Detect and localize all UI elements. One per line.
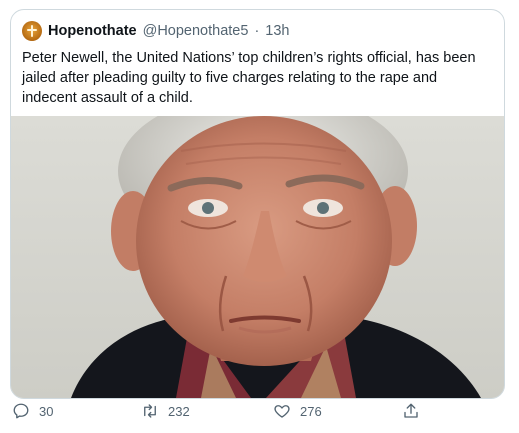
like-count: 276	[300, 403, 322, 419]
like-button[interactable]: 276	[273, 402, 322, 420]
tweet-header: Hopenothate @Hopenothate5 · 13h	[22, 21, 289, 41]
tweet-photo[interactable]	[11, 116, 504, 398]
reply-count: 30	[39, 403, 54, 419]
tweet-text: Peter Newell, the United Nations’ top ch…	[22, 50, 476, 106]
tweet-card[interactable]: Hopenothate @Hopenothate5 · 13h Peter Ne…	[10, 9, 505, 399]
separator-dot: ·	[254, 23, 260, 39]
display-name[interactable]: Hopenothate	[48, 23, 137, 39]
user-handle[interactable]: @Hopenothate5	[143, 23, 249, 39]
portrait-image	[11, 116, 504, 398]
retweet-count: 232	[168, 403, 190, 419]
retweet-icon	[144, 404, 156, 418]
avatar[interactable]	[22, 21, 42, 41]
tweet-actions: 30 232 276	[0, 400, 519, 428]
reply-icon	[13, 403, 29, 419]
reply-button[interactable]: 30	[12, 402, 53, 420]
heart-icon	[274, 405, 290, 418]
share-icon	[404, 403, 418, 418]
timestamp[interactable]: 13h	[265, 23, 289, 39]
share-button[interactable]	[402, 402, 420, 420]
retweet-button[interactable]: 232	[141, 402, 190, 420]
